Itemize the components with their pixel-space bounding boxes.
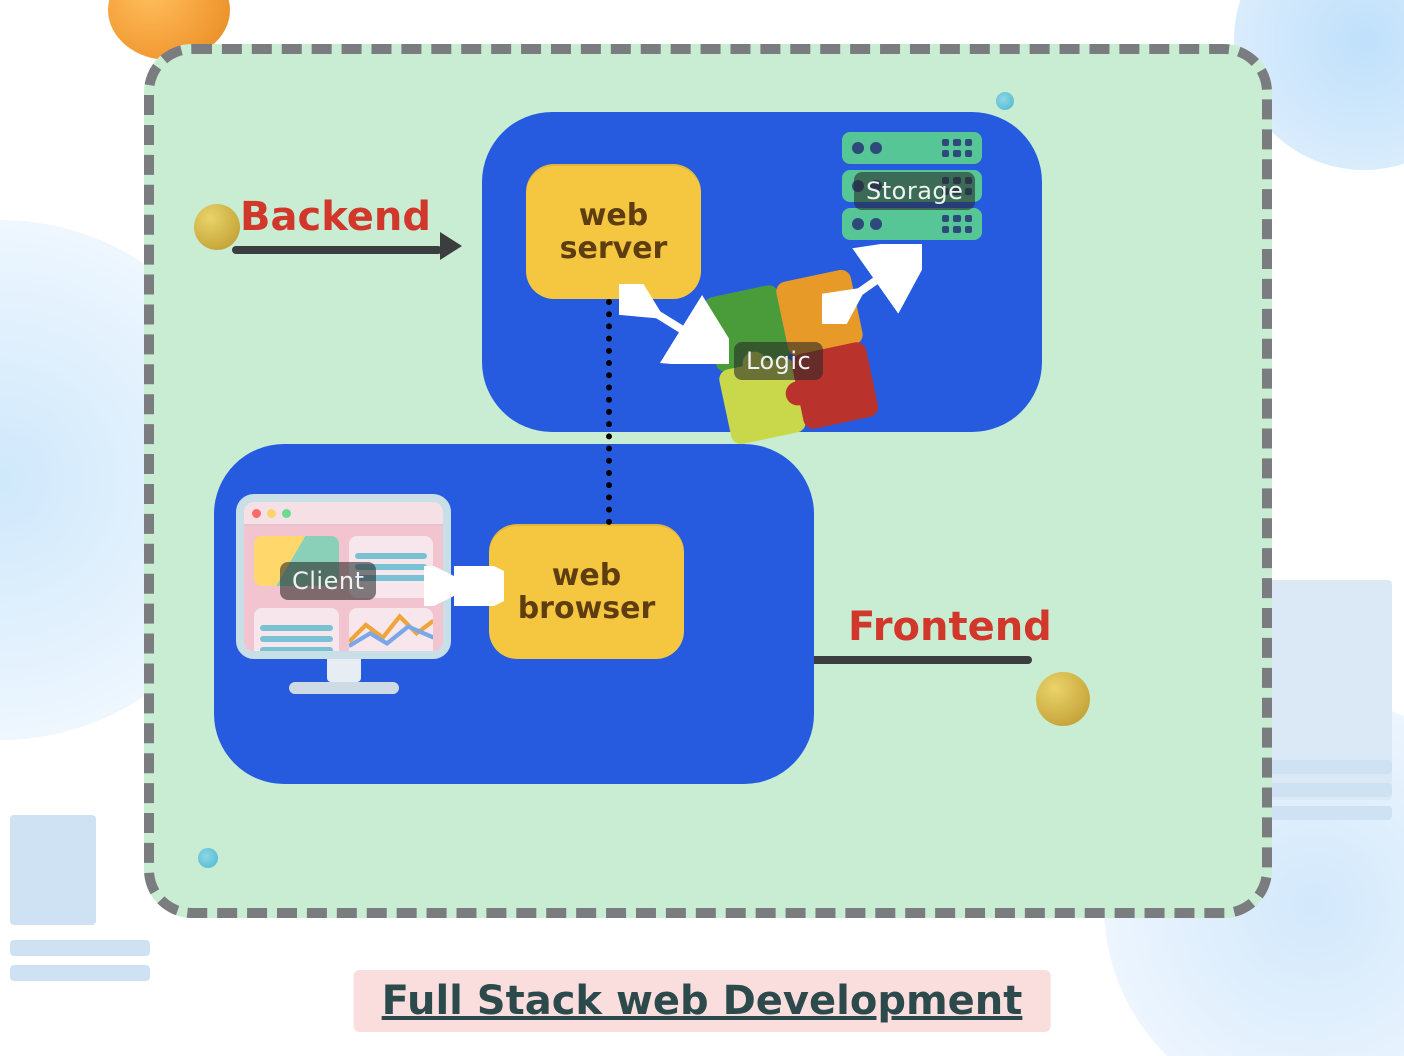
dot-icon <box>198 848 218 868</box>
dotted-connector <box>606 299 612 525</box>
backend-label: Backend <box>240 194 431 240</box>
web-browser-text: web browser <box>518 559 656 625</box>
web-server-text: web server <box>560 199 668 265</box>
arrow-bidir-icon <box>424 566 504 606</box>
dot-icon <box>996 92 1014 110</box>
arrow-bidir-icon <box>822 244 922 324</box>
storage-label: Storage <box>854 172 975 210</box>
dot-icon <box>1036 672 1090 726</box>
logic-label: Logic <box>734 342 823 380</box>
client-label: Client <box>280 562 376 600</box>
dot-icon <box>194 204 240 250</box>
frontend-label: Frontend <box>848 604 1052 650</box>
diagram-panel: Backend Frontend web server web browser … <box>144 44 1272 918</box>
bg-bar <box>10 965 150 981</box>
bg-bar <box>10 940 150 956</box>
backend-arrow-line <box>232 246 442 254</box>
arrow-bidir-icon <box>619 284 729 364</box>
web-browser-node: web browser <box>489 524 684 659</box>
web-server-node: web server <box>526 164 701 299</box>
arrow-right-icon <box>440 232 462 260</box>
diagram-caption: Full Stack web Development <box>354 970 1051 1032</box>
bg-bar <box>10 815 96 925</box>
